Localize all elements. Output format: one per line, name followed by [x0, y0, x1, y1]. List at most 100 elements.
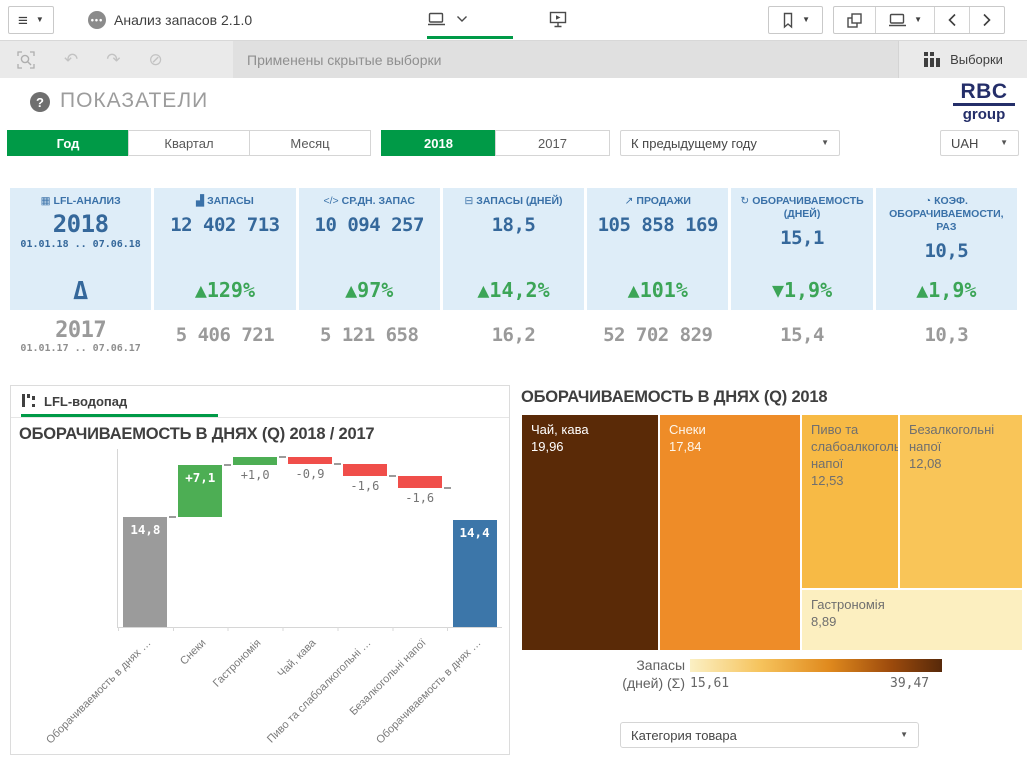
kpi-delta: ▲14,2%: [443, 278, 584, 302]
kpi-value: 15,1: [731, 227, 872, 249]
chevron-down-icon: ▼: [36, 16, 44, 24]
sheet-selector-button[interactable]: [427, 10, 468, 28]
kpi-cell-2: </>СР.ДН. ЗАПАС10 094 257▲97%: [299, 188, 440, 310]
treemap-cell-3[interactable]: Безалкогольні напої12,08: [900, 415, 1022, 588]
color-gradient-legend: [690, 659, 942, 672]
kpi-cell-0: ▦LFL-АНАЛИЗ 201801.01.18 .. 07.06.18 Δ: [10, 188, 151, 310]
treemap-cell-0[interactable]: Чай, кава19,96: [522, 415, 658, 650]
waterfall-plot: 14,8Оборачиваемость в днях …+7,1Снеки+1,…: [117, 449, 502, 628]
kpi-delta: ▲1,9%: [876, 278, 1017, 302]
sheet-list-button[interactable]: ▼: [875, 7, 934, 33]
treemap-cell-1[interactable]: Снеки17,84: [660, 415, 800, 650]
waterfall-bar-2[interactable]: [233, 457, 277, 464]
prev-cell-0: 201701.01.17 .. 07.06.17: [10, 310, 151, 368]
prev-value: 15,4: [731, 324, 872, 346]
hamburger-menu-icon: ≡: [18, 12, 28, 29]
kpi-cell-4: ↗ПРОДАЖИ105 858 169▲101%: [587, 188, 728, 310]
main-menu-button[interactable]: ≡ ▼: [8, 6, 54, 34]
x-axis-ticks: [118, 627, 502, 631]
waterfall-connector: [334, 463, 341, 465]
treemap-cell-label: Гастрономія: [811, 597, 1013, 614]
kpi-delta: ▲129%: [154, 278, 295, 302]
calendar-icon: ▦: [41, 195, 51, 207]
kpi-value: 2018: [10, 210, 151, 238]
kpi-band: ▦LFL-АНАЛИЗ201801.01.18 .. 07.06.18Δ▟ЗАП…: [10, 188, 1017, 310]
gauge-icon: ◔: [925, 195, 931, 207]
kpi-value: 12 402 713: [154, 214, 295, 236]
duplicate-sheet-button[interactable]: [834, 7, 875, 33]
prev-value: 5 406 721: [154, 324, 295, 346]
kpi-delta: ▲97%: [299, 278, 440, 302]
app-icon: •••: [88, 11, 106, 29]
currency-dropdown-value: UAH: [951, 136, 978, 151]
bookmarks-button[interactable]: ▼: [768, 6, 823, 34]
prev-value: 2017: [10, 318, 151, 343]
treemap-cell-value: 19,96: [531, 439, 649, 456]
category-dropdown-value: Категория товара: [631, 728, 737, 743]
prev-cell-3: 16,2: [443, 310, 584, 368]
category-dropdown[interactable]: Категория товара ▼: [620, 722, 919, 748]
smart-search-icon[interactable]: [16, 50, 36, 70]
sheet-icon: [888, 11, 907, 29]
treemap-cell-2[interactable]: Пиво та слабоалкогольні напої12,53: [802, 415, 898, 588]
prev-value: 5 121 658: [299, 324, 440, 346]
waterfall-connector: [389, 475, 396, 477]
treemap-cell-label: Чай, кава: [531, 422, 649, 439]
period-filter-group: ГодКварталМесяц: [8, 130, 371, 156]
kpi-delta: ▲101%: [587, 278, 728, 302]
waterfall-bar-5[interactable]: [398, 476, 442, 488]
clear-selections-icon[interactable]: ⊘: [149, 51, 163, 68]
treemap-cell-label: Снеки: [669, 422, 791, 439]
treemap-cell-value: 12,53: [811, 473, 889, 490]
logo-text-rbc: RBC: [953, 81, 1015, 106]
code-icon: </>: [323, 195, 338, 207]
kpi-cell-3: ⊟ЗАПАСЫ (ДНЕЙ)18,5▲14,2%: [443, 188, 584, 310]
filter-button-Квартал[interactable]: Квартал: [128, 130, 250, 156]
kpi-cell-5: ↻ОБОРАЧИВАЕМОСТЬ (ДНЕЙ) 15,1 ▼1,9%: [731, 188, 872, 310]
tab-lfl-waterfall[interactable]: LFL-водопад: [21, 393, 127, 409]
kpi-value: 18,5: [443, 214, 584, 236]
kpi-delta: Δ: [10, 276, 151, 305]
compare-dropdown-value: К предыдущему году: [631, 136, 757, 151]
filter-button-Год[interactable]: Год: [7, 130, 129, 156]
treemap-cell-value: 17,84: [669, 439, 791, 456]
waterfall-bar-3[interactable]: [288, 457, 332, 464]
undo-selection-icon[interactable]: ↶: [64, 51, 78, 68]
redo-selection-icon[interactable]: ↷: [106, 51, 120, 68]
kpi-cell-6: ◔КОЭФ. ОБОРАЧИВАЕМОСТИ, РАЗ10,5▲1,9%: [876, 188, 1017, 310]
bar-value-label: 14,8: [123, 522, 167, 537]
kpi-title: ↗ПРОДАЖИ: [587, 195, 728, 208]
waterfall-bar-4[interactable]: [343, 464, 387, 476]
selections-panel-button[interactable]: Выборки: [898, 41, 1027, 78]
previous-sheet-button[interactable]: [934, 7, 969, 33]
next-sheet-button[interactable]: [969, 7, 1004, 33]
kpi-title: ▦LFL-АНАЛИЗ: [10, 195, 151, 208]
waterfall-icon: [21, 393, 37, 409]
refresh-icon: ↻: [740, 195, 749, 207]
waterfall-connector: [224, 464, 231, 466]
waterfall-connector: [169, 516, 176, 518]
chevron-right-icon: [982, 13, 992, 27]
filter-button-2018[interactable]: 2018: [381, 130, 496, 156]
kpi-title: ↻ОБОРАЧИВАЕМОСТЬ (ДНЕЙ): [731, 195, 872, 221]
kpi-title: </>СР.ДН. ЗАПАС: [299, 195, 440, 208]
year-filter-group: 20182017: [382, 130, 610, 156]
filter-button-Месяц[interactable]: Месяц: [249, 130, 371, 156]
treemap-cell-label: Безалкогольні напої: [909, 422, 1013, 456]
treemap-cell-4[interactable]: Гастрономія8,89: [802, 590, 1022, 650]
kpi-delta: ▼1,9%: [731, 278, 872, 302]
x-axis-label: Оборачиваемость в днях …: [11, 637, 154, 761]
help-icon[interactable]: ?: [30, 92, 50, 112]
filter-button-2017[interactable]: 2017: [495, 130, 610, 156]
prev-cell-6: 10,3: [876, 310, 1017, 368]
waterfall-bar-0[interactable]: 14,8: [123, 517, 167, 627]
presentation-mode-button[interactable]: [548, 10, 568, 29]
active-sheet-indicator: [427, 36, 513, 39]
compare-dropdown[interactable]: К предыдущему году ▼: [620, 130, 840, 156]
kpi-date-range: 01.01.18 .. 07.06.18: [10, 239, 151, 250]
selection-tools: ↶ ↷ ⊘: [0, 41, 233, 78]
treemap-chart: Чай, кава19,96Снеки17,84Пиво та слабоалк…: [522, 415, 1022, 650]
waterfall-bar-6[interactable]: 14,4: [453, 520, 497, 627]
logo-text-group: group: [953, 107, 1015, 122]
currency-dropdown[interactable]: UAH ▼: [940, 130, 1019, 156]
